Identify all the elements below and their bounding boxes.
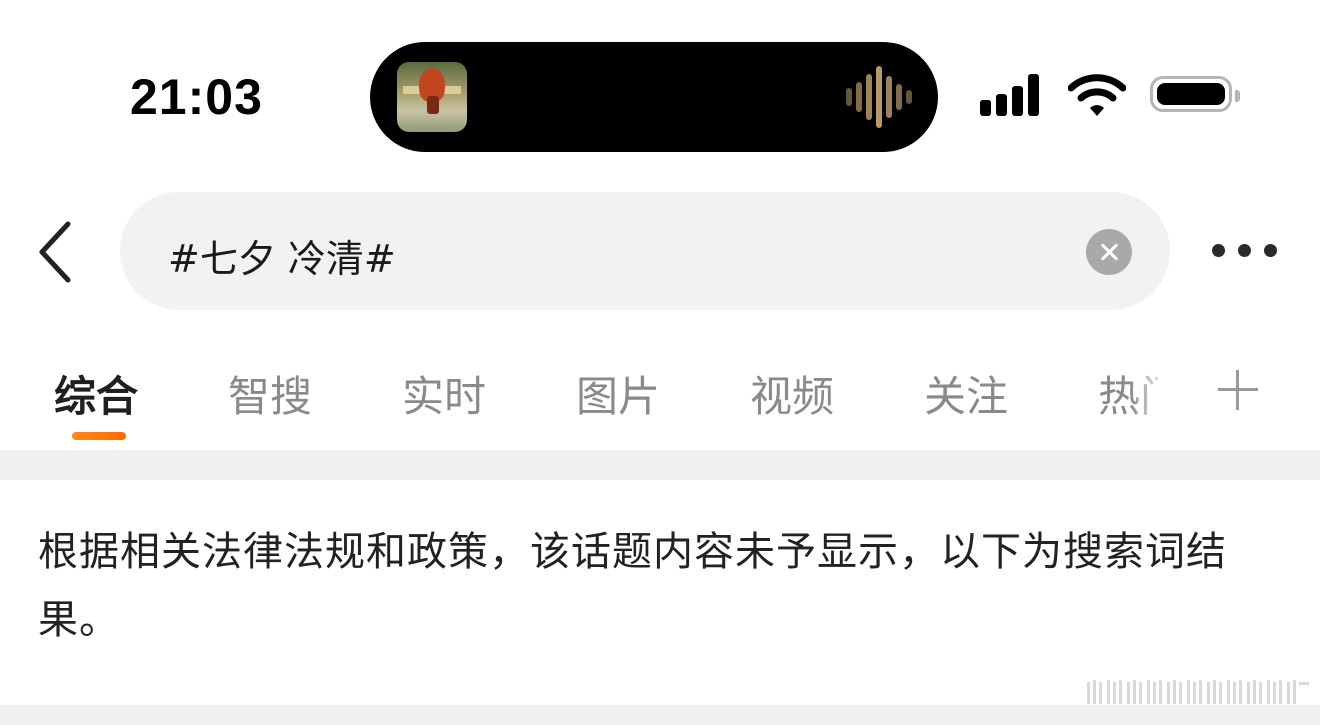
more-options-button[interactable] bbox=[1208, 240, 1280, 264]
battery-icon bbox=[1150, 76, 1240, 112]
search-query-text[interactable]: #七夕 冷清# bbox=[168, 228, 396, 283]
watermark bbox=[1085, 676, 1311, 708]
tab-images[interactable]: 图片 bbox=[576, 363, 660, 424]
more-horizontal-icon bbox=[1212, 244, 1225, 257]
status-icons bbox=[980, 74, 1245, 118]
status-bar: 21:03 bbox=[0, 0, 1320, 165]
back-button[interactable] bbox=[30, 218, 82, 286]
now-playing-artwork bbox=[397, 62, 467, 132]
section-divider bbox=[0, 450, 1320, 480]
tab-realtime[interactable]: 实时 bbox=[402, 363, 486, 424]
tab-fade bbox=[1130, 355, 1180, 435]
cellular-signal-icon bbox=[980, 74, 1050, 118]
status-time: 21:03 bbox=[130, 69, 263, 125]
search-input[interactable]: #七夕 冷清# bbox=[120, 192, 1170, 310]
tab-comprehensive[interactable]: 综合 bbox=[54, 363, 138, 424]
content-hidden-notice: 根据相关法律法规和政策，该话题内容未予显示，以下为搜索词结果。 bbox=[38, 529, 1227, 643]
wifi-icon bbox=[1067, 74, 1127, 118]
plus-icon[interactable] bbox=[1216, 368, 1260, 412]
tab-videos[interactable]: 视频 bbox=[750, 363, 834, 424]
tab-bar: 综合 智搜 实时 图片 视频 关注 热门 bbox=[0, 355, 1320, 445]
dynamic-island[interactable] bbox=[370, 42, 938, 152]
chevron-left-icon bbox=[39, 221, 71, 283]
audio-waveform-icon bbox=[846, 66, 912, 128]
tab-following[interactable]: 关注 bbox=[924, 363, 1008, 424]
tab-smart-search[interactable]: 智搜 bbox=[228, 363, 312, 424]
clear-icon[interactable] bbox=[1086, 229, 1132, 275]
active-tab-indicator bbox=[72, 432, 126, 440]
